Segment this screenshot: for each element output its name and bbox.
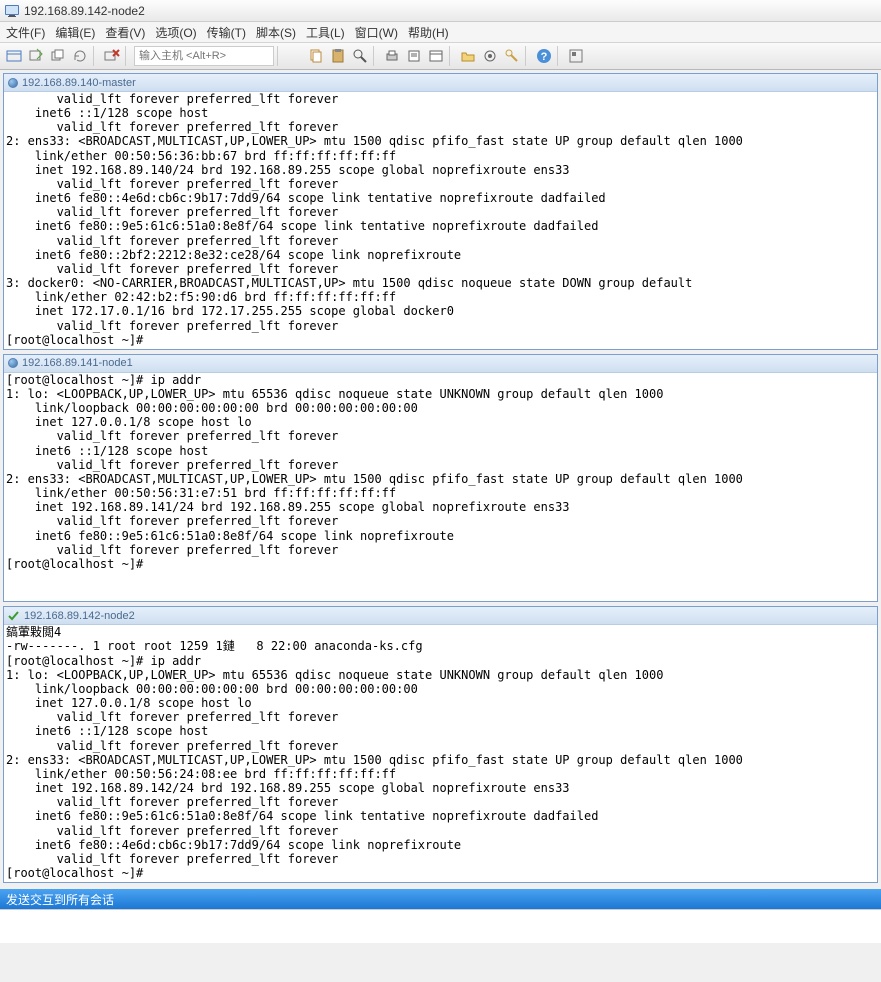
connect-icon[interactable] <box>4 46 24 66</box>
menu-edit[interactable]: 编辑(E) <box>55 24 95 41</box>
separator <box>373 46 379 66</box>
status-bar: 发送交互到所有会话 <box>0 889 881 909</box>
menubar: 文件(F) 编辑(E) 查看(V) 选项(O) 传输(T) 脚本(S) 工具(L… <box>0 22 881 42</box>
app-icon <box>4 3 20 19</box>
titlebar: 192.168.89.142-node2 <box>0 0 881 22</box>
panel-node2: 192.168.89.142-node2 鎬葷敤閲4 -rw-------. 1… <box>3 606 878 883</box>
help-icon[interactable]: ? <box>534 46 554 66</box>
broadcast-input[interactable] <box>4 912 877 926</box>
panel-title: 192.168.89.142-node2 <box>24 610 135 622</box>
key-icon[interactable] <box>502 46 522 66</box>
panel-header-master[interactable]: 192.168.89.140-master <box>4 74 877 92</box>
svg-text:?: ? <box>541 51 548 63</box>
separator <box>93 46 99 66</box>
print-icon[interactable] <box>382 46 402 66</box>
menu-script[interactable]: 脚本(S) <box>256 24 296 41</box>
panel-node1: 192.168.89.141-node1 [root@localhost ~]#… <box>3 354 878 603</box>
toolbar: ? <box>0 42 881 70</box>
settings-icon[interactable] <box>480 46 500 66</box>
panel-title: 192.168.89.140-master <box>22 77 136 89</box>
terminal-node1[interactable]: [root@localhost ~]# ip addr 1: lo: <LOOP… <box>4 373 877 602</box>
separator <box>125 46 131 66</box>
disconnect-icon[interactable] <box>102 46 122 66</box>
reconnect-icon[interactable] <box>70 46 90 66</box>
new-session-icon[interactable] <box>426 46 446 66</box>
broadcast-input-area <box>0 909 881 943</box>
panel-master: 192.168.89.140-master valid_lft forever … <box>3 73 878 350</box>
folder-icon[interactable] <box>458 46 478 66</box>
menu-options[interactable]: 选项(O) <box>155 24 196 41</box>
menu-tools[interactable]: 工具(L) <box>306 24 345 41</box>
copy-icon[interactable] <box>306 46 326 66</box>
panel-header-node1[interactable]: 192.168.89.141-node1 <box>4 355 877 373</box>
terminal-node2[interactable]: 鎬葷敤閲4 -rw-------. 1 root root 1259 1鏈 8 … <box>4 625 877 882</box>
menu-view[interactable]: 查看(V) <box>105 24 145 41</box>
panel-header-node2[interactable]: 192.168.89.142-node2 <box>4 607 877 625</box>
separator <box>525 46 531 66</box>
menu-file[interactable]: 文件(F) <box>6 24 45 41</box>
menu-transfer[interactable]: 传输(T) <box>207 24 246 41</box>
menu-window[interactable]: 窗口(W) <box>355 24 398 41</box>
separator <box>277 46 283 66</box>
separator <box>449 46 455 66</box>
terminal-master[interactable]: valid_lft forever preferred_lft forever … <box>4 92 877 349</box>
paste-icon[interactable] <box>328 46 348 66</box>
menu-help[interactable]: 帮助(H) <box>408 24 449 41</box>
separator <box>557 46 563 66</box>
session-tab-icon[interactable] <box>48 46 68 66</box>
properties-icon[interactable] <box>404 46 424 66</box>
find-icon[interactable] <box>350 46 370 66</box>
toggle-icon[interactable] <box>566 46 586 66</box>
status-dot-icon <box>8 358 18 368</box>
status-check-icon <box>8 610 20 622</box>
panel-title: 192.168.89.141-node1 <box>22 357 133 369</box>
status-text: 发送交互到所有会话 <box>6 891 114 908</box>
window-title: 192.168.89.142-node2 <box>24 4 145 18</box>
sessions-container: 192.168.89.140-master valid_lft forever … <box>0 70 881 886</box>
status-dot-icon <box>8 78 18 88</box>
quick-connect-icon[interactable] <box>26 46 46 66</box>
host-input[interactable] <box>134 46 274 66</box>
